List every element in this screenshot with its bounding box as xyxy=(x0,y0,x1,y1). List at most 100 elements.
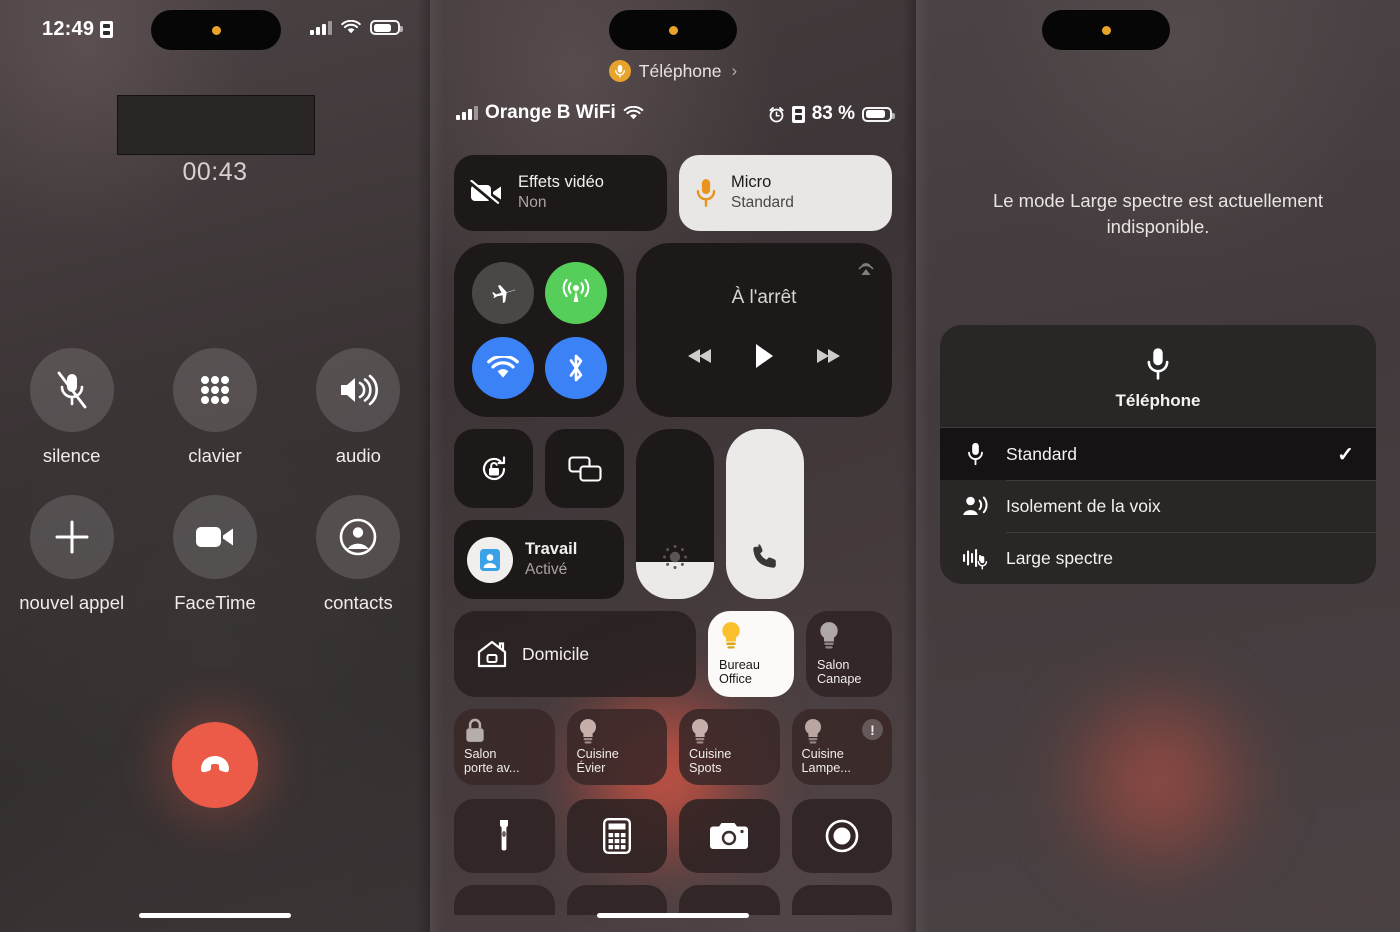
menu-item-label: Large spectre xyxy=(1006,547,1114,568)
home-indicator[interactable] xyxy=(597,913,749,918)
call-action-label: FaceTime xyxy=(174,592,256,613)
call-actions-grid: silence clavier audio nouvel appel FaceT… xyxy=(0,348,430,614)
accessory-label-line1: Cuisine xyxy=(801,746,844,761)
menu-item-voice-isolation[interactable]: Isolement de la voix xyxy=(940,480,1376,532)
cellular-bars-icon xyxy=(456,106,478,120)
focus-mode-tile[interactable]: Travail Activé xyxy=(454,520,624,599)
call-duration: 00:43 xyxy=(182,158,248,186)
partial-tile[interactable] xyxy=(679,885,780,915)
mic-mode-title: Micro xyxy=(731,173,772,192)
call-action-audio[interactable]: audio xyxy=(287,348,430,467)
accessory-tile-cuisine-lampe[interactable]: ! Cuisine Lampe... xyxy=(791,709,892,785)
accessory-tile-salon-porte[interactable]: Salon porte av... xyxy=(454,709,555,785)
voice-isolation-icon xyxy=(962,494,988,518)
mic-icon xyxy=(962,442,988,466)
video-effects-text: Effets vidéo Non xyxy=(518,173,604,212)
light-label: Bureau Office xyxy=(719,658,783,687)
volume-slider[interactable] xyxy=(726,429,804,599)
menu-item-wide-spectrum[interactable]: Large spectre xyxy=(940,532,1376,584)
accessory-label-line2: Évier xyxy=(576,761,606,776)
mic-mode-value: Standard xyxy=(731,194,794,212)
call-action-label: clavier xyxy=(188,445,242,466)
lightbulb-icon xyxy=(820,622,838,649)
backward-icon[interactable] xyxy=(687,348,713,369)
light-label-line2: Canape xyxy=(817,672,862,687)
home-app-label: Domicile xyxy=(522,643,590,664)
partial-tile[interactable] xyxy=(566,885,667,915)
wifi-button[interactable] xyxy=(471,336,534,399)
calculator-icon xyxy=(602,818,631,854)
accessory-label: Salon porte av... xyxy=(464,747,545,776)
camera-button[interactable] xyxy=(679,799,780,873)
mic-mode-tile[interactable]: Micro Standard xyxy=(679,155,892,231)
bluetooth-icon xyxy=(569,354,582,381)
focus-title: Travail xyxy=(525,539,578,558)
airplay-audio-icon[interactable] xyxy=(856,257,876,282)
call-action-contacts[interactable]: contacts xyxy=(287,495,430,614)
accessory-label-line1: Salon xyxy=(464,746,497,761)
home-controls-row-1: Domicile Bureau Office Salon Canape xyxy=(454,611,892,697)
battery-percent: 83 % xyxy=(811,103,855,124)
status-time-group: 12:49 xyxy=(42,18,114,41)
accessory-label-line2: Lampe... xyxy=(801,761,851,776)
calculator-button[interactable] xyxy=(566,799,667,873)
media-playback-block: À l'arrêt xyxy=(636,243,892,417)
cc-row-toggles-sliders: Travail Activé xyxy=(454,429,892,599)
call-action-silence[interactable]: silence xyxy=(0,348,143,467)
phone-handset-icon xyxy=(749,540,781,577)
accessory-label: Cuisine Évier xyxy=(577,747,658,776)
light-tile-bureau-office[interactable]: Bureau Office xyxy=(708,611,794,697)
brightness-slider[interactable] xyxy=(636,429,714,599)
accessory-label-line1: Cuisine xyxy=(689,746,732,761)
focus-text: Travail Activé xyxy=(525,540,577,579)
contact-name-redacted-block xyxy=(117,95,315,155)
end-call-button[interactable] xyxy=(172,722,258,808)
partial-tile[interactable] xyxy=(791,885,892,915)
flashlight-icon xyxy=(500,820,509,851)
three-panel-screenshot: 12:49 00:43 silence clavier audio nouvel… xyxy=(0,0,1400,932)
bluetooth-button[interactable] xyxy=(544,336,607,399)
partial-tile[interactable] xyxy=(454,885,555,915)
mic-mode-context-menu: Téléphone Standard ✓ Isolement de la voi… xyxy=(940,325,1376,584)
accessory-tile-cuisine-evier[interactable]: Cuisine Évier xyxy=(566,709,667,785)
record-circle-icon xyxy=(825,819,859,853)
call-action-keypad[interactable]: clavier xyxy=(143,348,286,467)
play-icon[interactable] xyxy=(753,343,775,374)
menu-header-label: Téléphone xyxy=(1115,391,1201,410)
screen-mirroring-button[interactable] xyxy=(545,429,624,508)
home-controls-row-2: Salon porte av... Cuisine Évier Cuisine … xyxy=(454,709,892,785)
airplane-mode-button[interactable] xyxy=(471,261,534,324)
carrier-label: Orange B WiFi xyxy=(485,102,616,123)
video-effects-tile[interactable]: Effets vidéo Non xyxy=(454,155,667,231)
dynamic-island xyxy=(1042,10,1170,50)
screen-record-button[interactable] xyxy=(791,799,892,873)
battery-icon xyxy=(862,106,895,122)
utility-row-partial xyxy=(454,885,892,915)
rotation-lock-button[interactable] xyxy=(454,429,533,508)
video-effects-value: Non xyxy=(518,194,547,212)
light-label-line1: Bureau xyxy=(719,657,760,672)
cellular-bars-icon xyxy=(310,20,332,35)
airplane-icon xyxy=(491,284,515,303)
video-camera-icon xyxy=(172,495,257,579)
active-app-indicator[interactable]: Téléphone › xyxy=(430,60,916,82)
wifi-icon xyxy=(623,105,644,119)
forward-icon[interactable] xyxy=(815,348,841,369)
cellular-data-button[interactable] xyxy=(544,261,607,324)
call-action-label: silence xyxy=(42,445,101,466)
cc-row-call-controls: Effets vidéo Non Micro Standard xyxy=(454,155,892,231)
status-right-group xyxy=(310,20,403,35)
menu-item-standard[interactable]: Standard ✓ xyxy=(940,428,1376,480)
checkmark-icon: ✓ xyxy=(1337,443,1354,466)
home-app-tile[interactable]: Domicile xyxy=(454,611,696,697)
light-tile-salon-canape[interactable]: Salon Canape xyxy=(806,611,892,697)
toggle-row xyxy=(454,429,624,508)
accessory-tile-cuisine-spots[interactable]: Cuisine Spots xyxy=(679,709,780,785)
media-transport-controls xyxy=(687,343,841,374)
home-indicator[interactable] xyxy=(139,913,291,918)
call-action-new-call[interactable]: nouvel appel xyxy=(0,495,143,614)
call-action-facetime[interactable]: FaceTime xyxy=(143,495,286,614)
person-circle-icon xyxy=(316,495,401,579)
flashlight-button[interactable] xyxy=(454,799,555,873)
mic-active-indicator-dot xyxy=(1101,25,1111,35)
